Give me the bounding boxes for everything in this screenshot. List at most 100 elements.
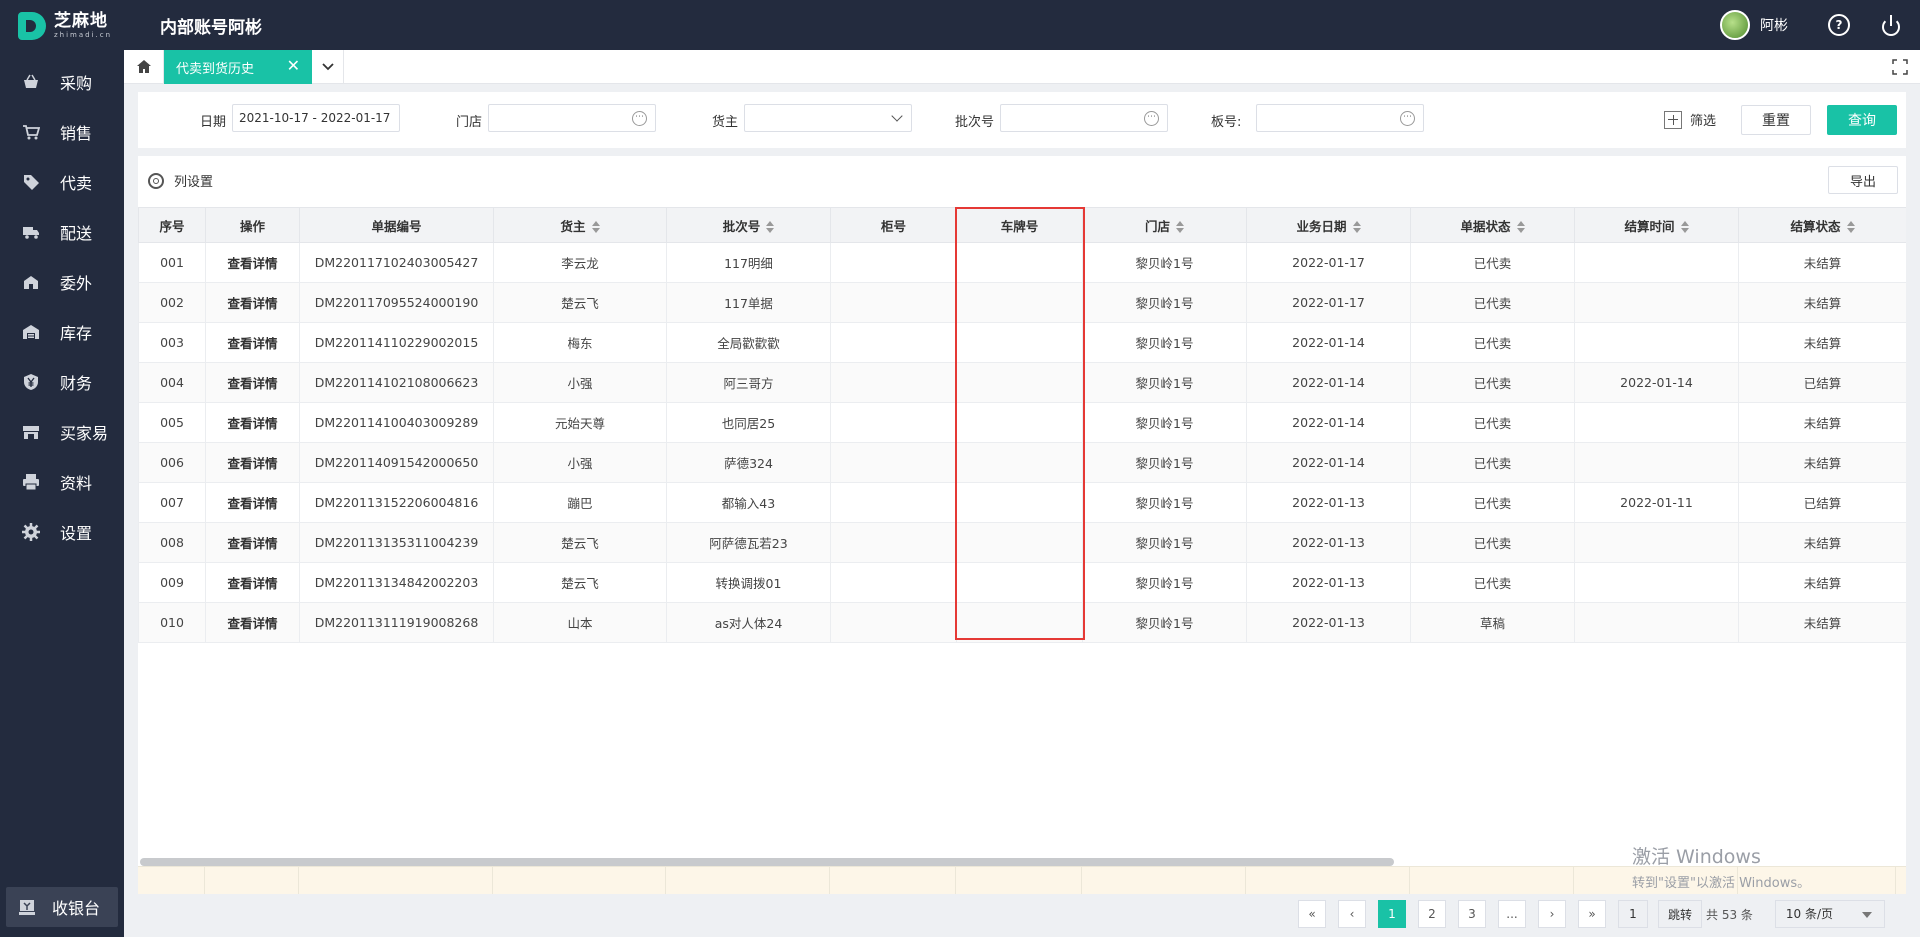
view-detail-link[interactable]: 查看详情 <box>227 256 277 271</box>
tab-consign-history[interactable]: 代卖到货历史 ✕ <box>164 50 312 84</box>
col-header[interactable]: 业务日期 <box>1246 207 1411 243</box>
batch-input[interactable]: ⋯ <box>1000 104 1168 132</box>
owner-select[interactable] <box>744 104 912 132</box>
app-title: 内部账号阿彬 <box>160 18 262 38</box>
username[interactable]: 阿彬 <box>1760 15 1788 35</box>
table-row: 006 查看详情 DM220114091542000650 小强 萨德324 黎贝岭1号 2… <box>138 442 1906 483</box>
sidebar-item-finance[interactable]: 财务 <box>0 357 124 407</box>
col-header-label: 单据编号 <box>371 218 422 234</box>
page-button-1[interactable]: 1 <box>1378 900 1406 928</box>
help-icon[interactable]: ? <box>1828 14 1850 36</box>
cell-seq: 009 <box>138 562 206 603</box>
sort-icon[interactable] <box>1516 221 1525 233</box>
sidebar-item-buyer[interactable]: 买家易 <box>0 407 124 457</box>
cell-action: 查看详情 <box>205 282 300 323</box>
more-icon[interactable]: ⋯ <box>1400 111 1415 126</box>
sidebar-item-consign[interactable]: 代卖 <box>0 157 124 207</box>
first-page-button[interactable]: « <box>1298 900 1326 928</box>
cell-settle-time <box>1574 562 1739 603</box>
col-header[interactable]: 结算状态 <box>1738 207 1906 243</box>
sidebar-item-settings[interactable]: 设置 <box>0 507 124 557</box>
sort-icon[interactable] <box>1846 221 1855 233</box>
truck-icon <box>22 223 40 241</box>
sort-icon[interactable] <box>1680 221 1689 233</box>
home-icon[interactable] <box>124 50 164 84</box>
store-label: 门店 <box>456 115 483 130</box>
view-detail-link[interactable]: 查看详情 <box>227 376 277 391</box>
col-header[interactable]: 单据状态 <box>1410 207 1575 243</box>
cell-batch: 转换调拨01 <box>666 562 831 603</box>
page-button-2[interactable]: 2 <box>1418 900 1446 928</box>
prev-page-button[interactable]: ‹ <box>1338 900 1366 928</box>
sort-icon[interactable] <box>1352 221 1361 233</box>
cell-plate <box>956 402 1083 443</box>
column-settings-button[interactable]: 列设置 <box>148 171 213 190</box>
chevron-down-icon[interactable] <box>312 50 344 84</box>
sidebar-item-data[interactable]: 资料 <box>0 457 124 507</box>
col-header[interactable]: 批次号 <box>666 207 831 243</box>
fullscreen-icon[interactable] <box>1892 59 1908 75</box>
sort-icon[interactable] <box>766 221 775 233</box>
filter-toggle[interactable]: 筛选 <box>1664 110 1716 129</box>
board-input[interactable]: ⋯ <box>1256 104 1424 132</box>
query-button[interactable]: 查询 <box>1827 105 1897 135</box>
table-row: 004 查看详情 DM220114102108006623 小强 阿三哥方 黎贝岭1号 20… <box>138 362 1906 403</box>
gear-icon <box>148 172 164 189</box>
cell-date: 2022-01-13 <box>1246 522 1411 563</box>
horizontal-scrollbar[interactable] <box>140 858 1394 866</box>
cell-doc-no: DM220114102108006623 <box>299 362 494 403</box>
col-header[interactable]: 结算时间 <box>1574 207 1739 243</box>
avatar[interactable] <box>1720 10 1750 40</box>
cell-container <box>830 442 957 483</box>
view-detail-link[interactable]: 查看详情 <box>227 416 277 431</box>
store-input[interactable]: ⋯ <box>488 104 656 132</box>
cell-container <box>830 282 957 323</box>
more-icon[interactable]: ⋯ <box>632 111 647 126</box>
sidebar-item-outsource[interactable]: 委外 <box>0 257 124 307</box>
sort-icon[interactable] <box>591 221 600 233</box>
sidebar-item-inventory[interactable]: 库存 <box>0 307 124 357</box>
cell-store: 黎贝岭1号 <box>1082 562 1247 603</box>
logo-mark <box>18 12 46 40</box>
jump-button[interactable]: 跳转 <box>1658 900 1702 928</box>
col-header[interactable]: 货主 <box>493 207 667 243</box>
page-number-input[interactable]: 1 <box>1618 900 1648 928</box>
logo[interactable]: 芝麻地 zhimadi.cn <box>18 12 122 40</box>
table-panel: 列设置 导出 序号 操作 单据编号 货主 批次号 柜号 车牌号 门店 业务日期 … <box>138 156 1906 894</box>
view-detail-link[interactable]: 查看详情 <box>227 456 277 471</box>
next-page-button[interactable]: › <box>1538 900 1566 928</box>
view-detail-link[interactable]: 查看详情 <box>227 296 277 311</box>
table-header-row: 序号 操作 单据编号 货主 批次号 柜号 车牌号 门店 业务日期 单据状态 结算… <box>138 207 1906 243</box>
cell-seq: 008 <box>138 522 206 563</box>
sort-icon[interactable] <box>1176 221 1184 233</box>
col-header[interactable]: 门店 <box>1082 207 1247 243</box>
column-settings-label: 列设置 <box>174 175 214 190</box>
last-page-button[interactable]: » <box>1578 900 1606 928</box>
more-icon[interactable]: ⋯ <box>1144 111 1159 126</box>
cell-doc-status: 已代卖 <box>1410 282 1575 323</box>
cashier-button[interactable]: 收银台 <box>6 887 118 927</box>
sidebar-item-purchase[interactable]: 采购 <box>0 57 124 107</box>
view-detail-link[interactable]: 查看详情 <box>227 536 277 551</box>
yen-shield-icon <box>22 373 40 391</box>
page-size-select[interactable]: 10 条/页 <box>1774 900 1885 928</box>
view-detail-link[interactable]: 查看详情 <box>227 616 277 631</box>
export-button[interactable]: 导出 <box>1828 166 1898 194</box>
cell-batch: 阿萨德瓦若23 <box>666 522 831 563</box>
view-detail-link[interactable]: 查看详情 <box>227 336 277 351</box>
page-button-3[interactable]: 3 <box>1458 900 1486 928</box>
page-ellipsis[interactable]: ... <box>1498 900 1526 928</box>
col-header: 操作 <box>205 207 300 243</box>
cell-date: 2022-01-14 <box>1246 362 1411 403</box>
sidebar-item-delivery[interactable]: 配送 <box>0 207 124 257</box>
table-body: 001 查看详情 DM220117102403005427 李云龙 117明细 黎贝岭1号… <box>138 242 1906 643</box>
close-icon[interactable]: ✕ <box>287 58 300 74</box>
batch-label: 批次号 <box>955 115 995 130</box>
cell-doc-no: DM220117102403005427 <box>299 242 494 283</box>
view-detail-link[interactable]: 查看详情 <box>227 576 277 591</box>
logout-icon[interactable] <box>1880 14 1902 36</box>
view-detail-link[interactable]: 查看详情 <box>227 496 277 511</box>
reset-button[interactable]: 重置 <box>1741 105 1811 135</box>
sidebar-item-sales[interactable]: 销售 <box>0 107 124 157</box>
date-range-input[interactable]: 2021-10-17 - 2022-01-17 <box>232 104 400 132</box>
